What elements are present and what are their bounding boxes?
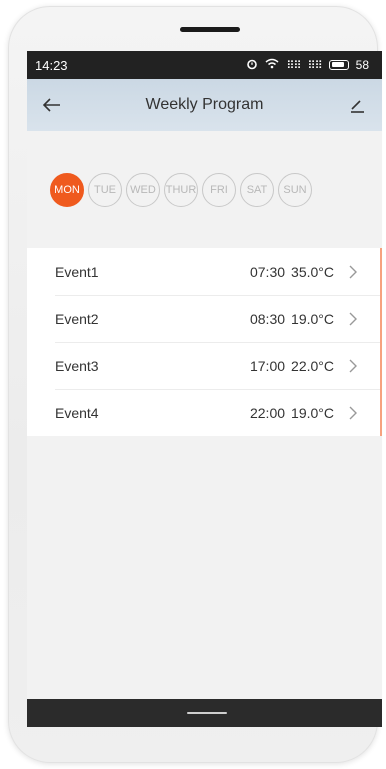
- signal-icon-2: ⠿⠿: [307, 59, 323, 72]
- signal-icon: ⠿⠿: [286, 59, 301, 72]
- status-bar: 14:23 ⠿⠿ ⠿⠿ 58: [27, 51, 382, 79]
- event-temperature: 19.0°C: [291, 310, 334, 327]
- day-sun[interactable]: SUN: [278, 173, 312, 207]
- battery-level: 58: [355, 58, 369, 72]
- event-details: 22:00 19.0°C: [250, 405, 360, 421]
- chevron-right-icon: [349, 265, 357, 278]
- screen: 14:23 ⠿⠿ ⠿⠿ 58 Weekly Program MON TUE WE…: [27, 51, 382, 727]
- day-thur[interactable]: THUR: [164, 173, 198, 207]
- day-selector: MON TUE WED THUR FRI SAT SUN: [50, 173, 312, 207]
- wifi-icon: [265, 58, 279, 72]
- event-temperature: 35.0°C: [291, 263, 334, 280]
- day-sat[interactable]: SAT: [240, 173, 274, 207]
- chevron-right-icon: [349, 359, 357, 372]
- chevron-right-icon: [349, 406, 357, 419]
- day-tue[interactable]: TUE: [88, 173, 122, 207]
- edit-pencil-icon[interactable]: [346, 94, 368, 116]
- event-details: 08:30 19.0°C: [250, 311, 360, 327]
- event-name: Event1: [55, 263, 99, 280]
- status-time: 14:23: [35, 57, 68, 73]
- day-fri[interactable]: FRI: [202, 173, 236, 207]
- event-time: 07:30: [249, 263, 286, 280]
- app-bar: Weekly Program: [27, 79, 382, 131]
- event-row-4[interactable]: Event4 22:00 19.0°C: [27, 389, 380, 436]
- home-indicator[interactable]: [187, 712, 227, 714]
- event-row-1[interactable]: Event1 07:30 35.0°C: [27, 248, 380, 295]
- event-time: 22:00: [249, 404, 286, 421]
- event-details: 07:30 35.0°C: [250, 264, 360, 280]
- event-name: Event4: [55, 404, 99, 421]
- day-mon[interactable]: MON: [50, 173, 84, 207]
- event-time: 08:30: [249, 310, 286, 327]
- status-icons: ⠿⠿ ⠿⠿ 58: [246, 58, 369, 73]
- event-row-2[interactable]: Event2 08:30 19.0°C: [27, 295, 380, 342]
- event-name: Event2: [55, 310, 99, 327]
- back-arrow-icon[interactable]: [41, 94, 63, 116]
- day-wed[interactable]: WED: [126, 173, 160, 207]
- event-time: 17:00: [249, 357, 286, 374]
- battery-icon: [328, 60, 349, 70]
- earpiece: [180, 27, 240, 32]
- nav-bar: [27, 699, 382, 727]
- event-temperature: 19.0°C: [291, 404, 334, 421]
- page-title: Weekly Program: [145, 96, 264, 113]
- event-name: Event3: [55, 357, 99, 374]
- alarm-icon: [246, 58, 258, 73]
- event-details: 17:00 22.0°C: [250, 358, 360, 374]
- chevron-right-icon: [349, 312, 357, 325]
- event-row-3[interactable]: Event3 17:00 22.0°C: [27, 342, 380, 389]
- event-list: Event1 07:30 35.0°C Event2 08:30 19.0°C …: [27, 248, 382, 436]
- event-temperature: 22.0°C: [291, 357, 334, 374]
